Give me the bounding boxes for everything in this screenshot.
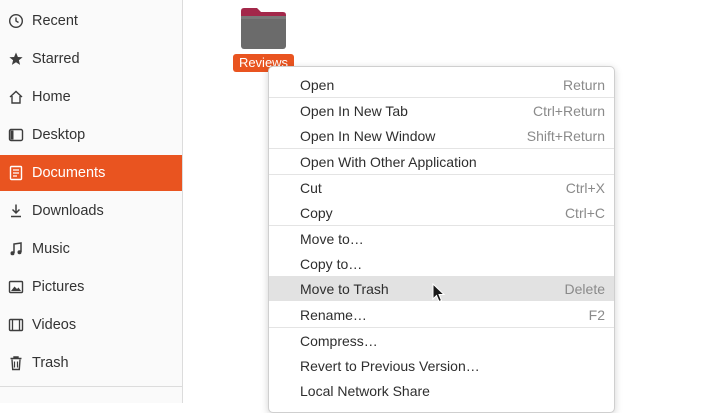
music-icon	[8, 241, 24, 257]
sidebar-item-label: Documents	[32, 165, 106, 181]
menu-item-open-with[interactable]: Open With Other Application	[269, 149, 614, 174]
menu-item-label: Open With Other Application	[300, 153, 477, 170]
menu-item-shortcut: Return	[562, 76, 605, 93]
document-icon	[8, 165, 24, 181]
menu-item-label: Rename…	[300, 306, 367, 323]
menu-item-label: Copy to…	[300, 255, 363, 272]
menu-item-open-new-window[interactable]: Open In New Window Shift+Return	[269, 123, 614, 148]
sidebar-item-music[interactable]: Music	[0, 231, 182, 267]
sidebar-item-label: Music	[32, 241, 70, 257]
folder-icon[interactable]	[240, 7, 287, 50]
home-icon	[8, 89, 24, 105]
sidebar-item-label: Starred	[32, 51, 80, 67]
desktop-icon	[8, 127, 24, 143]
menu-item-shortcut: Shift+Return	[526, 127, 605, 144]
sidebar-item-pictures[interactable]: Pictures	[0, 269, 182, 305]
menu-item-compress[interactable]: Compress…	[269, 328, 614, 353]
sidebar-item-label: Desktop	[32, 127, 86, 143]
sidebar-item-home[interactable]: Home	[0, 79, 182, 115]
context-menu: Open Return Open In New Tab Ctrl+Return …	[268, 66, 615, 413]
menu-item-label: Cut	[300, 179, 322, 196]
menu-item-label: Revert to Previous Version…	[300, 357, 480, 374]
sidebar-item-label: Home	[32, 89, 71, 105]
star-icon	[8, 51, 24, 67]
picture-icon	[8, 279, 24, 295]
sidebar-divider	[0, 386, 182, 387]
menu-item-shortcut: Ctrl+C	[564, 204, 605, 221]
menu-item-revert-version[interactable]: Revert to Previous Version…	[269, 353, 614, 378]
sidebar-item-downloads[interactable]: Downloads	[0, 193, 182, 229]
sidebar-item-documents[interactable]: Documents	[0, 155, 182, 191]
mouse-pointer-icon	[432, 282, 446, 303]
sidebar: Recent Starred Home Desktop Documents Do…	[0, 0, 183, 403]
trash-icon	[8, 355, 24, 371]
menu-item-shortcut: Ctrl+Return	[533, 102, 605, 119]
menu-item-label: Open In New Tab	[300, 102, 408, 119]
menu-item-move-to[interactable]: Move to…	[269, 226, 614, 251]
menu-item-shortcut: Delete	[564, 280, 605, 297]
sidebar-item-label: Pictures	[32, 279, 85, 295]
sidebar-item-label: Recent	[32, 13, 78, 29]
menu-item-shortcut: Ctrl+X	[565, 179, 605, 196]
download-icon	[8, 203, 24, 219]
menu-item-copy-to[interactable]: Copy to…	[269, 251, 614, 276]
sidebar-item-starred[interactable]: Starred	[0, 41, 182, 77]
menu-item-label: Move to…	[300, 230, 364, 247]
sidebar-item-recent[interactable]: Recent	[0, 3, 182, 39]
sidebar-item-videos[interactable]: Videos	[0, 307, 182, 343]
menu-item-label: Local Network Share	[300, 382, 430, 399]
sidebar-item-label: Downloads	[32, 203, 104, 219]
menu-item-open[interactable]: Open Return	[269, 72, 614, 97]
menu-item-open-new-tab[interactable]: Open In New Tab Ctrl+Return	[269, 98, 614, 123]
sidebar-item-desktop[interactable]: Desktop	[0, 117, 182, 153]
menu-item-label: Copy	[300, 204, 333, 221]
sidebar-item-trash[interactable]: Trash	[0, 345, 182, 381]
sidebar-item-label: Trash	[32, 355, 69, 371]
menu-item-label: Compress…	[300, 332, 378, 349]
video-icon	[8, 317, 24, 333]
menu-item-local-network-share[interactable]: Local Network Share	[269, 378, 614, 403]
clock-icon	[8, 13, 24, 29]
menu-item-copy[interactable]: Copy Ctrl+C	[269, 200, 614, 225]
menu-item-label: Open In New Window	[300, 127, 436, 144]
menu-item-label: Move to Trash	[300, 280, 389, 297]
sidebar-item-label: Videos	[32, 317, 77, 333]
menu-item-cut[interactable]: Cut Ctrl+X	[269, 175, 614, 200]
menu-item-label: Open	[300, 76, 335, 93]
menu-item-shortcut: F2	[588, 306, 605, 323]
menu-item-rename[interactable]: Rename… F2	[269, 302, 614, 327]
